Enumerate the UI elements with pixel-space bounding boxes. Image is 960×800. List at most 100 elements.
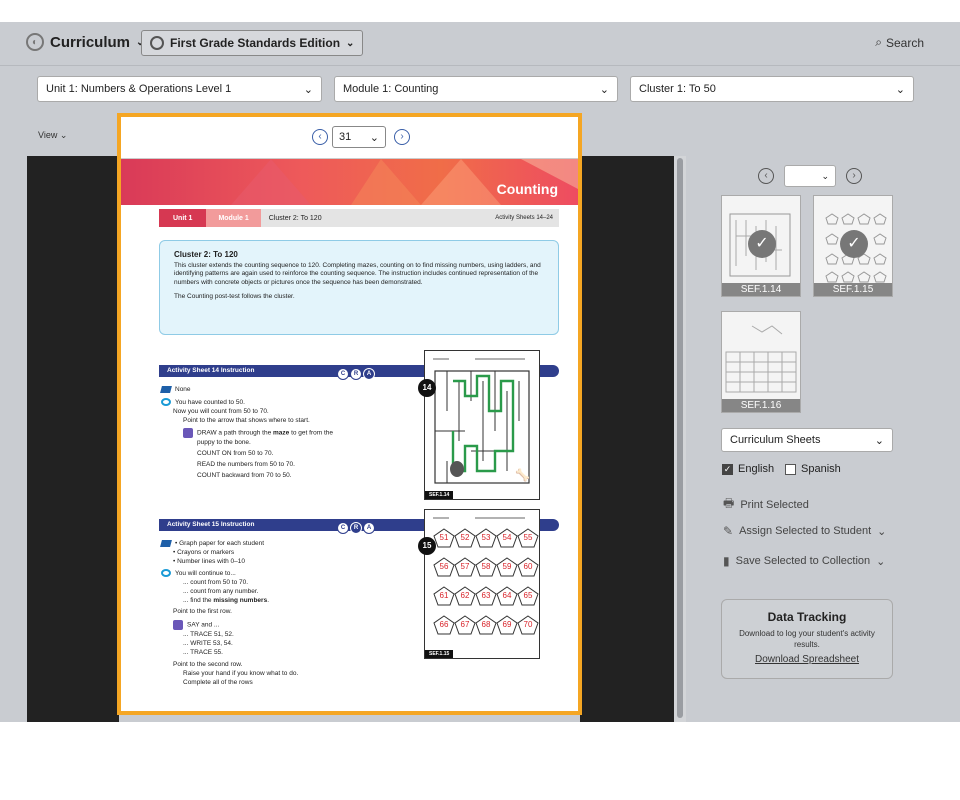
edition-dropdown[interactable]: First Grade Standards Edition ⌄: [141, 30, 364, 56]
a15-l9: ... TRACE 55.: [183, 649, 223, 656]
download-spreadsheet-link[interactable]: Download Spreadsheet: [722, 654, 892, 665]
thumb-sef-1-16[interactable]: SEF.1.16: [721, 311, 801, 413]
checkbox-empty-icon: [785, 463, 796, 475]
chevron-down-icon: ⌄: [821, 171, 829, 181]
a15-l11: Raise your hand if you know what to do.: [183, 670, 299, 677]
viewer-scrollbar-thumb[interactable]: [677, 158, 683, 718]
unit-select[interactable]: Unit 1: Numbers & Operations Level 1 ⌄: [37, 76, 322, 102]
thumb-label: SEF.1.14: [722, 283, 800, 296]
pentagon-number: 64: [496, 586, 518, 606]
a15-l6: SAY and ...: [187, 621, 220, 629]
activity-15-title: Activity Sheet 15 Instruction: [167, 521, 255, 528]
curriculum-logo-icon: ◐: [26, 33, 44, 51]
a14-l4b: maze: [273, 429, 290, 437]
thumb-page-select[interactable]: ⌄: [784, 165, 836, 187]
view-menu[interactable]: View ⌄: [38, 130, 67, 141]
page-select[interactable]: 31 ⌄: [332, 126, 386, 148]
crumb-activity: Activity Sheets 14–24: [495, 215, 553, 221]
a15-m2: • Crayons or markers: [173, 549, 235, 556]
pentagon-number: 58: [475, 557, 497, 577]
spanish-checkbox[interactable]: Spanish: [785, 463, 841, 475]
banner-title: Counting: [496, 181, 558, 197]
chevron-down-icon: ⌄: [59, 130, 68, 140]
a14-l4a: DRAW a path through the: [197, 429, 273, 437]
thumb-label: SEF.1.15: [814, 283, 892, 296]
cra-r-icon: R: [350, 522, 362, 534]
sheet-type-value: Curriculum Sheets: [730, 434, 821, 446]
chevron-down-icon: ⌄: [876, 555, 886, 568]
crumb-cluster: Cluster 2: To 120: [268, 214, 322, 222]
a15-l2: ... count from 50 to 70.: [183, 579, 249, 586]
sheet-type-select[interactable]: Curriculum Sheets ⌄: [721, 428, 893, 452]
next-thumb-button[interactable]: ›: [846, 168, 862, 184]
pentagon-number: 60: [517, 557, 539, 577]
pentagon-number: 69: [496, 615, 518, 635]
pentagon-number: 56: [433, 557, 455, 577]
chevron-down-icon: ⌄: [874, 434, 884, 447]
ladder-thumbnail-icon: [725, 325, 797, 393]
a14-l3: Point to the arrow that shows where to s…: [183, 417, 310, 424]
chevron-down-icon: ⌄: [303, 83, 313, 96]
pentagon-number: 61: [433, 586, 455, 606]
sheet-14-tag: SEF.1.14: [425, 491, 454, 499]
next-page-button[interactable]: ›: [394, 129, 410, 145]
a15-l3: ... count from any number.: [183, 588, 259, 595]
a14-materials: None: [175, 386, 191, 393]
thumb-sef-1-15[interactable]: ✓ SEF.1.15: [813, 195, 893, 297]
curriculum-menu[interactable]: ◐ Curriculum ⌄: [26, 33, 144, 51]
edition-logo-icon: [150, 36, 164, 50]
sheet-header-lines-icon: [433, 517, 525, 519]
data-tracking-title: Data Tracking: [767, 610, 847, 624]
checkbox-checked-icon: ✓: [722, 463, 733, 475]
a15-l8: ... WRITE 53, 54.: [183, 640, 233, 647]
search-button[interactable]: ⌕ Search: [875, 35, 924, 50]
pentagon-number: 66: [433, 615, 455, 635]
module-select[interactable]: Module 1: Counting ⌄: [334, 76, 618, 102]
prev-page-button[interactable]: ‹: [312, 129, 328, 145]
pentagon-number: 55: [517, 528, 539, 548]
a15-l1: You will continue to...: [175, 570, 236, 577]
cra-a-icon: A: [363, 368, 375, 380]
maze-icon: 🦴: [433, 358, 530, 484]
chevron-down-icon: ⌄: [369, 131, 379, 144]
pentagon-number: 67: [454, 615, 476, 635]
print-selected-button[interactable]: 🖶 Print Selected: [723, 494, 809, 515]
cluster-select[interactable]: Cluster 1: To 50 ⌄: [630, 76, 914, 102]
a15-m1: • Graph paper for each student: [175, 540, 264, 547]
a14-l5: puppy to the bone.: [197, 439, 251, 446]
document-viewer[interactable]: ‹ 31 ⌄ › Counting Unit 1 Module 1 Cluste…: [117, 113, 582, 715]
search-label: Search: [885, 35, 924, 50]
pentagon-number: 68: [475, 615, 497, 635]
thumb-sef-1-14[interactable]: ✓ SEF.1.14: [721, 195, 801, 297]
page-pager: ‹ 31 ⌄ ›: [121, 117, 578, 159]
view-label: View: [38, 130, 58, 140]
assign-selected-button[interactable]: ✎ Assign Selected to Student ⌄: [723, 524, 886, 538]
top-bar: ◐ Curriculum ⌄ First Grade Standards Edi…: [0, 22, 960, 66]
chevron-down-icon: ⌄: [346, 37, 355, 49]
student-action-icon: [173, 620, 183, 630]
sheet-14-preview[interactable]: 🦴 SEF.1.14: [424, 350, 540, 500]
pentagon-number: 51: [433, 528, 455, 548]
a15-l4a: ... find the: [183, 597, 214, 604]
student-action-icon: [183, 428, 193, 438]
chevron-down-icon: ⌄: [877, 525, 887, 538]
a15-l4c: .: [267, 597, 269, 604]
pentagon-number: 65: [517, 586, 539, 606]
print-label: Print Selected: [740, 498, 809, 511]
a15-l7: ... TRACE 51, 52.: [183, 631, 234, 638]
save-selected-button[interactable]: ▮ Save Selected to Collection ⌄: [723, 554, 885, 568]
prev-thumb-button[interactable]: ‹: [758, 168, 774, 184]
viewer-right-margin: [580, 156, 674, 722]
crumb-unit: Unit 1: [159, 209, 207, 227]
english-label: English: [738, 463, 775, 475]
a15-l4b: missing numbers: [213, 597, 268, 604]
pentagon-number: 57: [454, 557, 476, 577]
a14-l2: Now you will count from 50 to 70.: [173, 408, 269, 415]
speech-bubble-icon: [161, 569, 171, 578]
thumb-label: SEF.1.16: [722, 399, 800, 412]
speech-bubble-icon: [161, 398, 171, 407]
pentagon-number: 52: [454, 528, 476, 548]
english-checkbox[interactable]: ✓ English: [722, 463, 774, 475]
sheet-15-preview[interactable]: 51 52 53 54 55 56 57 58 59 60 61 62 63 64 65 66 67 68 69 70…: [424, 509, 540, 659]
a15-l5: Point to the first row.: [173, 608, 232, 615]
